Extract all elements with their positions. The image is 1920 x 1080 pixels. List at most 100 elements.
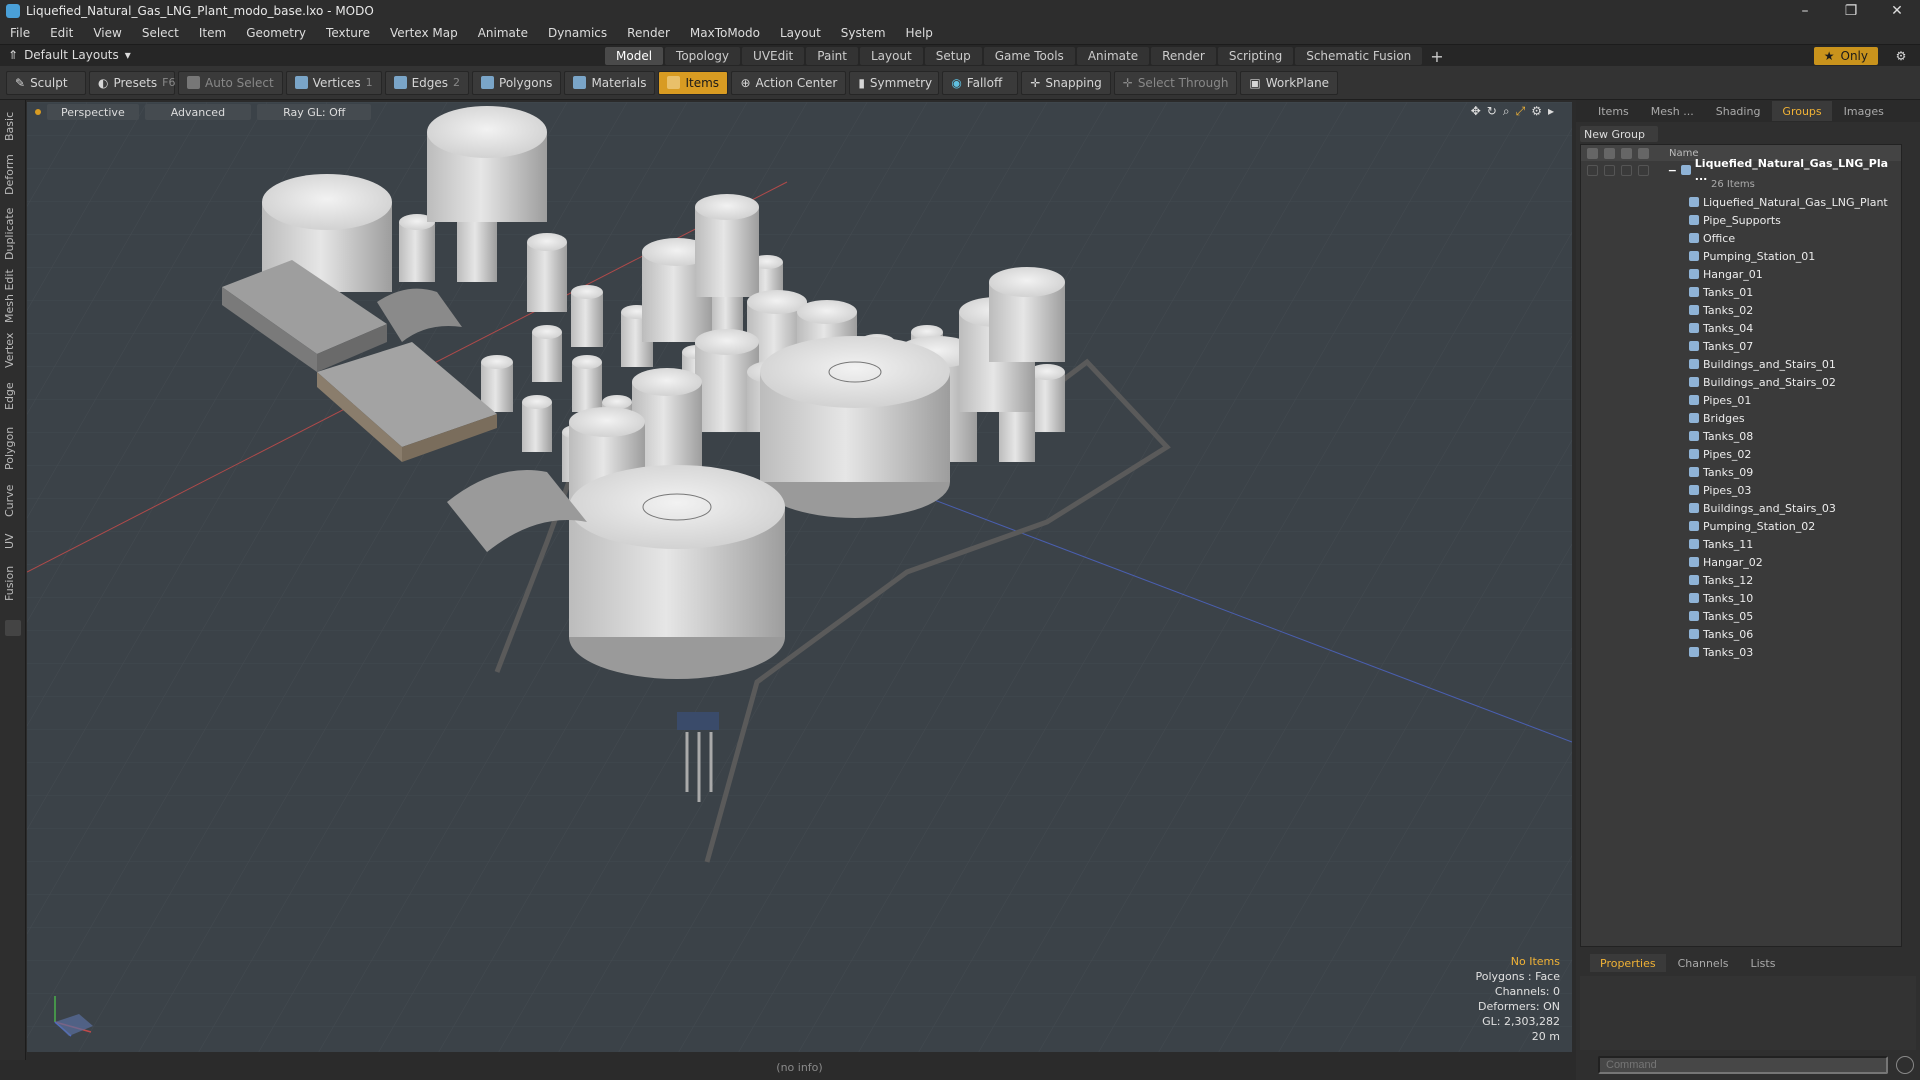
tab-schematic-fusion[interactable]: Schematic Fusion bbox=[1295, 47, 1423, 65]
list-item[interactable]: Tanks_04 bbox=[1581, 319, 1901, 337]
only-button[interactable]: ★ Only bbox=[1813, 47, 1878, 65]
list-item[interactable]: Tanks_02 bbox=[1581, 301, 1901, 319]
list-item[interactable]: Buildings_and_Stairs_01 bbox=[1581, 355, 1901, 373]
tab-layout[interactable]: Layout bbox=[859, 47, 923, 65]
menu-vertex-map[interactable]: Vertex Map bbox=[380, 26, 468, 40]
select-through-button[interactable]: ✛ Select Through bbox=[1113, 70, 1238, 95]
fit-icon[interactable]: ⤢ bbox=[1516, 104, 1526, 119]
menu-system[interactable]: System bbox=[831, 26, 896, 40]
tab-images[interactable]: Images bbox=[1834, 101, 1894, 121]
list-item[interactable]: Buildings_and_Stairs_02 bbox=[1581, 373, 1901, 391]
list-item[interactable]: Bridges bbox=[1581, 409, 1901, 427]
maximize-button[interactable]: ❐ bbox=[1828, 0, 1874, 22]
command-input[interactable] bbox=[1598, 1056, 1888, 1074]
tab-setup[interactable]: Setup bbox=[924, 47, 982, 65]
list-item[interactable]: Office bbox=[1581, 229, 1901, 247]
tab-groups[interactable]: Groups bbox=[1772, 101, 1832, 121]
menu-dynamics[interactable]: Dynamics bbox=[538, 26, 617, 40]
viewport-settings-icon[interactable]: ⚙ bbox=[1531, 104, 1542, 119]
vtab-basic[interactable]: Basic bbox=[3, 106, 23, 146]
tab-uvedit[interactable]: UVEdit bbox=[742, 47, 805, 65]
tab-paint[interactable]: Paint bbox=[806, 47, 858, 65]
vtab-deform[interactable]: Deform bbox=[3, 150, 23, 200]
sculpt-button[interactable]: ✎ Sculpt bbox=[6, 70, 86, 95]
add-tab-button[interactable]: + bbox=[1424, 47, 1449, 66]
list-item[interactable]: Tanks_05 bbox=[1581, 607, 1901, 625]
list-item[interactable]: Tanks_12 bbox=[1581, 571, 1901, 589]
workplane-button[interactable]: ▣ WorkPlane bbox=[1240, 70, 1339, 95]
action-center-button[interactable]: ⊕ Action Center bbox=[731, 70, 847, 95]
list-item[interactable]: Tanks_01 bbox=[1581, 283, 1901, 301]
polygons-button[interactable]: Polygons bbox=[472, 70, 562, 95]
render-column-icon[interactable] bbox=[1604, 147, 1615, 159]
rotate-icon[interactable]: ↻ bbox=[1487, 104, 1497, 119]
tab-game-tools[interactable]: Game Tools bbox=[983, 47, 1075, 65]
menu-texture[interactable]: Texture bbox=[316, 26, 380, 40]
shading-button[interactable]: Advanced bbox=[144, 104, 252, 120]
menu-maxtomodo[interactable]: MaxToModo bbox=[680, 26, 770, 40]
menu-file[interactable]: File bbox=[0, 26, 40, 40]
vtab-edge[interactable]: Edge bbox=[3, 376, 23, 416]
menu-render[interactable]: Render bbox=[617, 26, 680, 40]
list-item[interactable]: Pipes_02 bbox=[1581, 445, 1901, 463]
vertices-button[interactable]: Vertices 1 bbox=[285, 70, 382, 95]
tab-lists[interactable]: Lists bbox=[1741, 954, 1786, 972]
list-item[interactable]: Pipe_Supports bbox=[1581, 211, 1901, 229]
command-history-icon[interactable] bbox=[1896, 1056, 1914, 1074]
close-button[interactable]: ✕ bbox=[1874, 0, 1920, 22]
list-item[interactable]: Hangar_01 bbox=[1581, 265, 1901, 283]
tab-items[interactable]: Items bbox=[1588, 101, 1639, 121]
vtab-mesh-edit[interactable]: Mesh Edit bbox=[3, 268, 23, 324]
tab-scripting[interactable]: Scripting bbox=[1217, 47, 1294, 65]
snapping-button[interactable]: ✛ Snapping bbox=[1021, 70, 1111, 95]
list-item[interactable]: Tanks_07 bbox=[1581, 337, 1901, 355]
lock-toggle[interactable] bbox=[1621, 164, 1632, 176]
tab-channels[interactable]: Channels bbox=[1668, 954, 1739, 972]
vtab-duplicate[interactable]: Duplicate bbox=[3, 204, 23, 264]
auto-select-button[interactable]: Auto Select bbox=[178, 70, 283, 95]
list-item[interactable]: Pipes_03 bbox=[1581, 481, 1901, 499]
vtab-vertex[interactable]: Vertex bbox=[3, 328, 23, 372]
list-item[interactable]: Liquefied_Natural_Gas_LNG_Plant bbox=[1581, 193, 1901, 211]
zoom-icon[interactable]: ⌕ bbox=[1503, 104, 1510, 119]
list-item[interactable]: Pumping_Station_02 bbox=[1581, 517, 1901, 535]
menu-edit[interactable]: Edit bbox=[40, 26, 83, 40]
new-group-button[interactable]: New Group bbox=[1580, 126, 1658, 142]
pan-icon[interactable]: ✥ bbox=[1471, 104, 1481, 119]
presets-button[interactable]: ◐ Presets F6 bbox=[89, 70, 175, 95]
viewport-menu-icon[interactable] bbox=[35, 109, 41, 115]
select-column-icon[interactable] bbox=[1638, 147, 1649, 159]
tab-properties[interactable]: Properties bbox=[1590, 954, 1666, 972]
list-item[interactable]: Tanks_10 bbox=[1581, 589, 1901, 607]
vtab-fusion[interactable]: Fusion bbox=[3, 560, 23, 606]
list-item[interactable]: Pipes_01 bbox=[1581, 391, 1901, 409]
list-item[interactable]: Buildings_and_Stairs_03 bbox=[1581, 499, 1901, 517]
tab-shading[interactable]: Shading bbox=[1706, 101, 1771, 121]
render-toggle[interactable] bbox=[1604, 164, 1615, 176]
minimize-button[interactable]: – bbox=[1782, 0, 1828, 22]
items-button[interactable]: Items bbox=[658, 70, 729, 95]
list-item[interactable]: Pumping_Station_01 bbox=[1581, 247, 1901, 265]
vtab-polygon[interactable]: Polygon bbox=[3, 420, 23, 476]
menu-animate[interactable]: Animate bbox=[468, 26, 538, 40]
tab-animate[interactable]: Animate bbox=[1076, 47, 1150, 65]
tab-model[interactable]: Model bbox=[605, 47, 664, 65]
menu-geometry[interactable]: Geometry bbox=[236, 26, 316, 40]
falloff-button[interactable]: ◉ Falloff bbox=[942, 70, 1019, 95]
tab-topology[interactable]: Topology bbox=[665, 47, 741, 65]
expand-icon[interactable]: ▸ bbox=[1548, 104, 1554, 119]
panel-toggle-icon[interactable] bbox=[5, 620, 21, 636]
list-item[interactable]: Tanks_09 bbox=[1581, 463, 1901, 481]
list-item[interactable]: Tanks_11 bbox=[1581, 535, 1901, 553]
lock-column-icon[interactable] bbox=[1621, 147, 1632, 159]
list-item[interactable]: Hangar_02 bbox=[1581, 553, 1901, 571]
raygl-button[interactable]: Ray GL: Off bbox=[257, 104, 372, 120]
list-item[interactable]: Tanks_08 bbox=[1581, 427, 1901, 445]
menu-select[interactable]: Select bbox=[132, 26, 189, 40]
select-toggle[interactable] bbox=[1638, 164, 1649, 176]
tree-root-row[interactable]: − Liquefied_Natural_Gas_LNG_Pla ... bbox=[1581, 157, 1901, 183]
collapse-icon[interactable]: − bbox=[1668, 164, 1677, 177]
eye-column-icon[interactable] bbox=[1587, 147, 1598, 159]
menu-item[interactable]: Item bbox=[189, 26, 236, 40]
materials-button[interactable]: Materials bbox=[564, 70, 656, 95]
